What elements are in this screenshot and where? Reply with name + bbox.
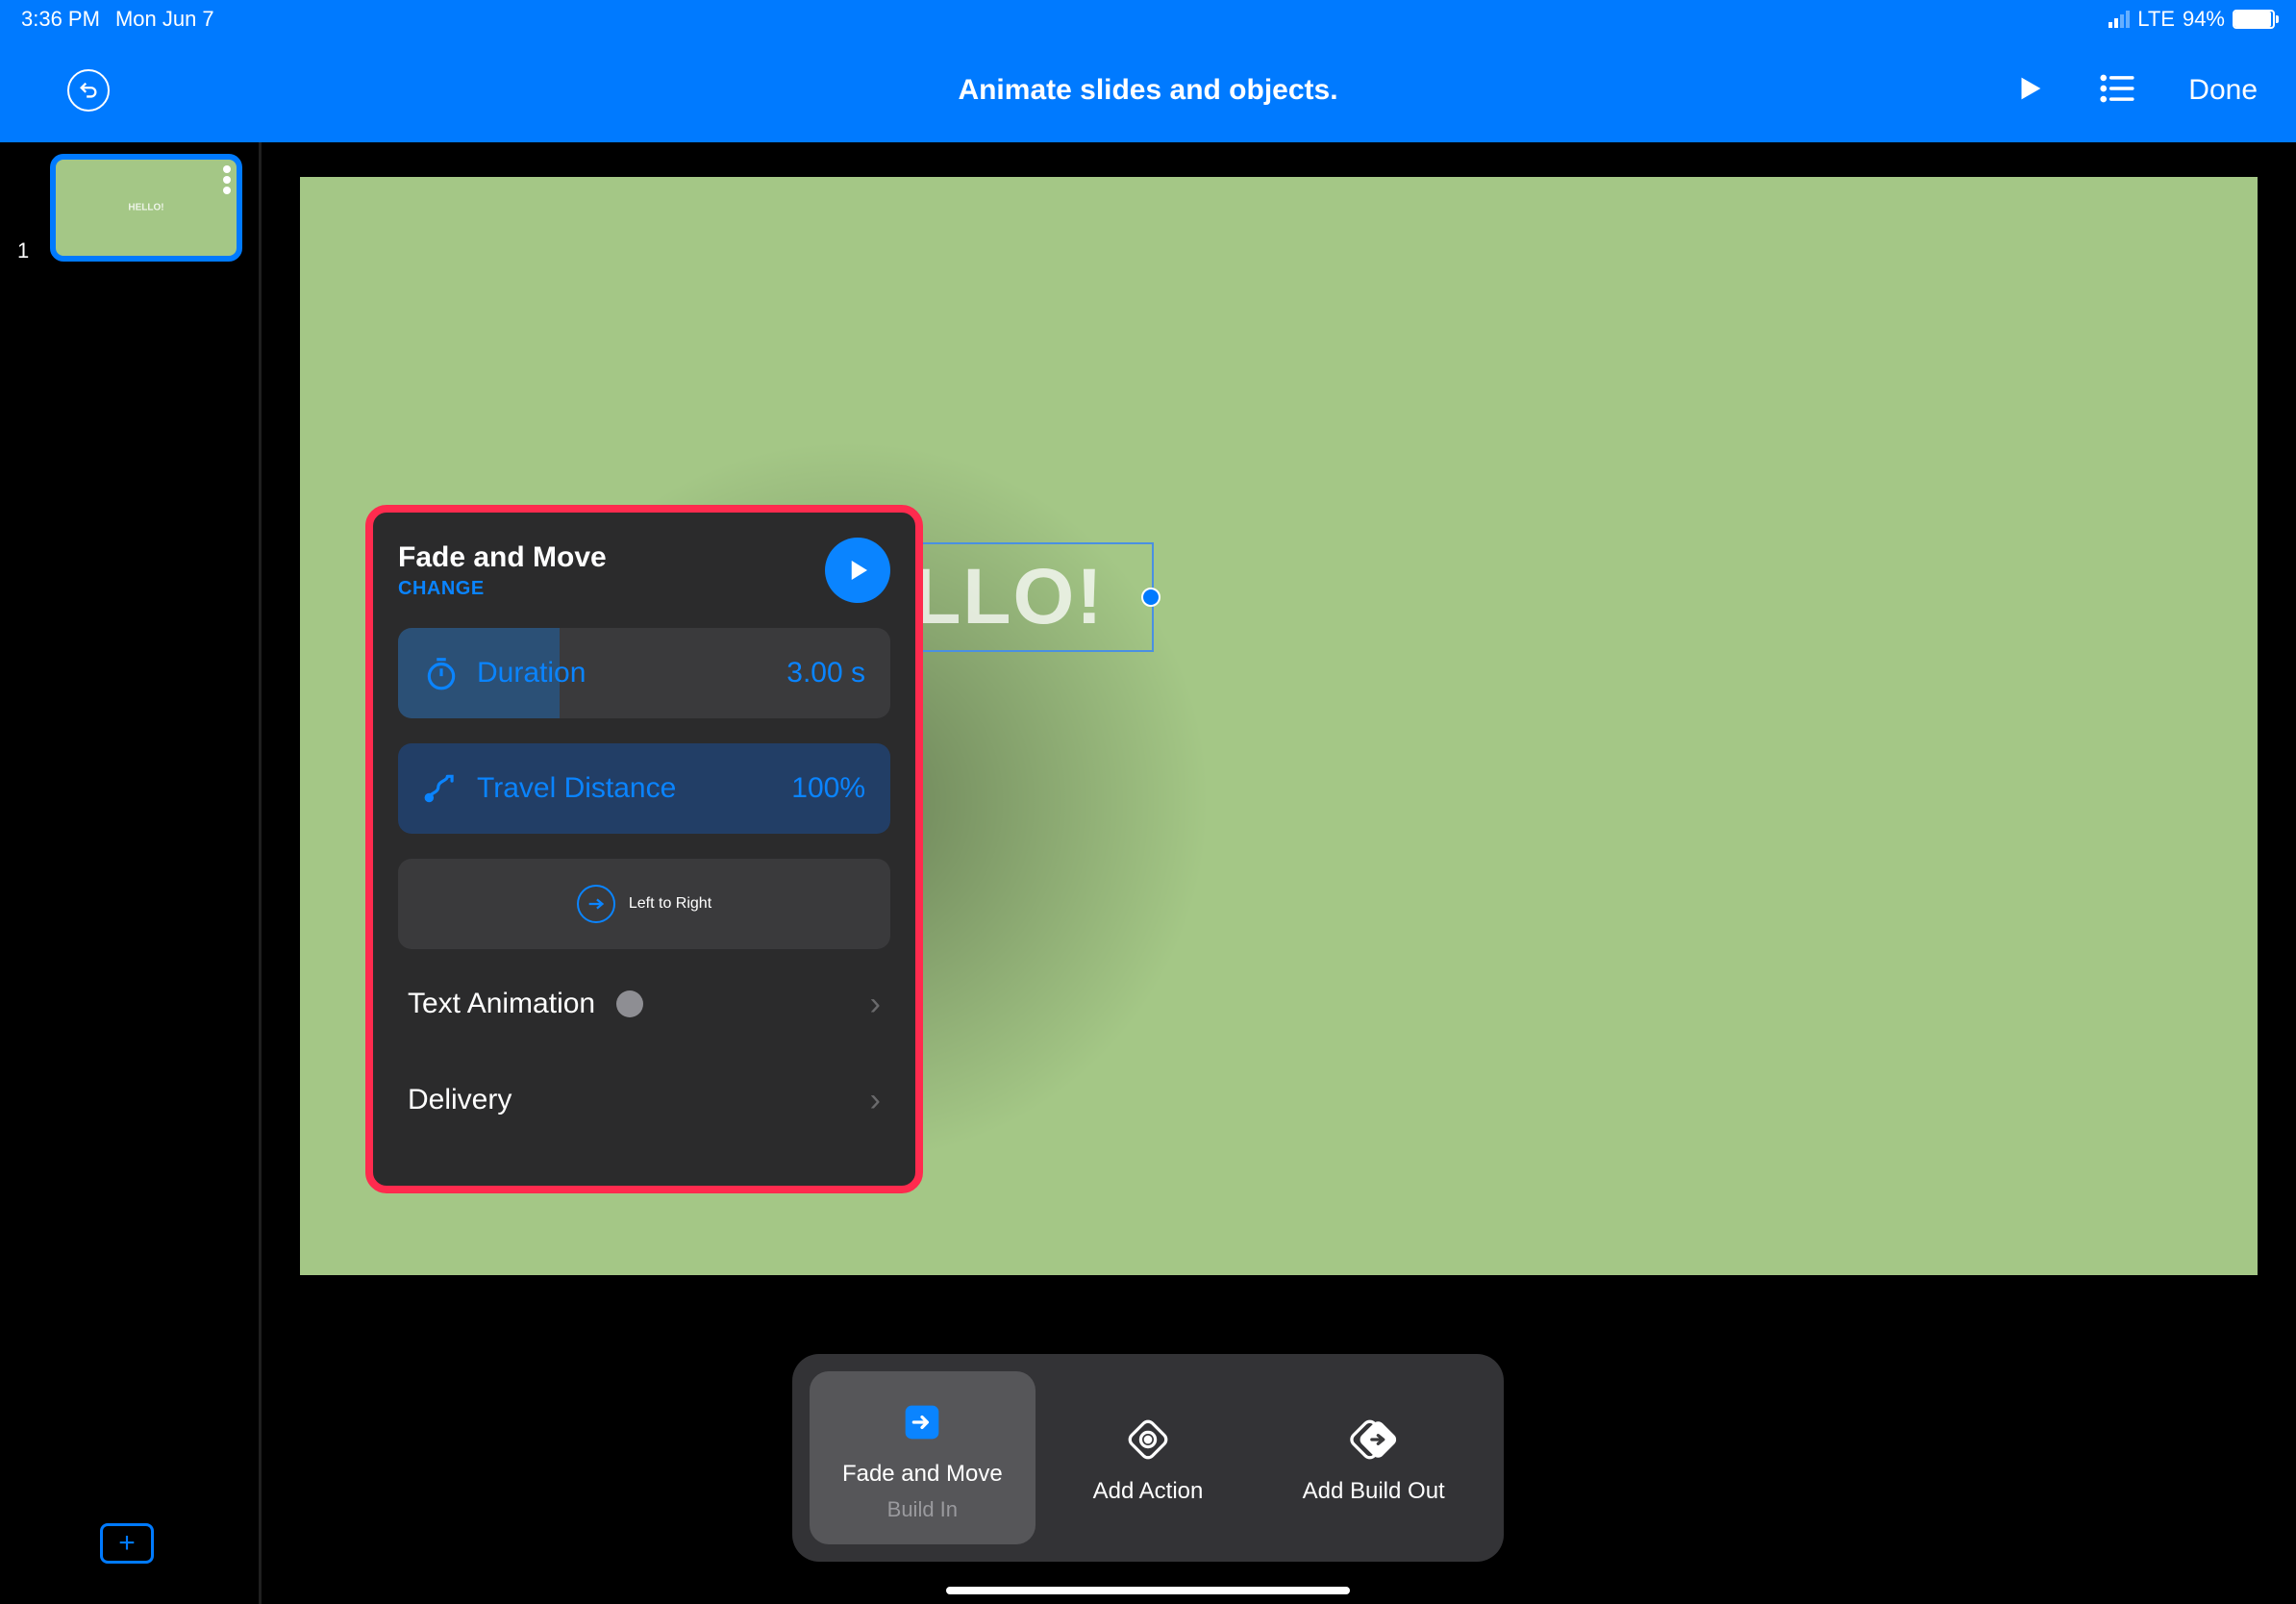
toolbar: Animate slides and objects. Done (0, 38, 2296, 142)
change-button[interactable]: CHANGE (398, 578, 607, 600)
duration-label: Duration (477, 657, 786, 689)
chevron-right-icon: › (870, 1082, 881, 1119)
slide-thumbnail[interactable]: HELLO! (50, 154, 242, 262)
add-build-out-label: Add Build Out (1303, 1478, 1445, 1505)
build-in-label: Fade and Move (842, 1461, 1003, 1488)
add-action-label: Add Action (1093, 1478, 1204, 1505)
build-in-icon (893, 1393, 951, 1451)
animation-title: Fade and Move (398, 541, 607, 574)
status-time: 3:36 PM (21, 7, 100, 32)
network-label: LTE (2137, 7, 2175, 32)
action-icon (1119, 1411, 1177, 1468)
text-animation-label: Text Animation (408, 988, 595, 1020)
status-bar: 3:36 PM Mon Jun 7 LTE 94% (0, 0, 2296, 38)
path-icon (423, 770, 460, 807)
arrow-right-icon (577, 885, 615, 923)
chevron-right-icon: › (870, 986, 881, 1023)
done-button[interactable]: Done (2188, 74, 2258, 107)
travel-value: 100% (791, 772, 865, 805)
duration-value: 3.00 s (786, 657, 865, 689)
build-in-button[interactable]: Fade and Move Build In (810, 1371, 1036, 1544)
add-action-button[interactable]: Add Action (1036, 1371, 1261, 1544)
text-animation-indicator (616, 990, 643, 1017)
build-out-icon (1345, 1411, 1403, 1468)
thumb-text: HELLO! (128, 203, 163, 213)
travel-distance-row[interactable]: Travel Distance 100% (398, 743, 890, 834)
slide-index: 1 (17, 238, 29, 263)
play-button[interactable] (2013, 72, 2046, 110)
travel-label: Travel Distance (477, 772, 791, 805)
bottom-toolbar: Fade and Move Build In Add Action Add Bu… (792, 1354, 1504, 1562)
animation-popover: Fade and Move CHANGE Duration 3.00 s Tra… (365, 505, 923, 1193)
direction-label: Left to Right (629, 895, 711, 913)
slide-navigator: 1 HELLO! + (0, 142, 262, 1604)
preview-play-button[interactable] (825, 538, 890, 603)
delivery-row[interactable]: Delivery › (398, 1059, 890, 1141)
battery-label: 94% (2183, 7, 2225, 32)
text-animation-row[interactable]: Text Animation › (398, 963, 890, 1045)
direction-row[interactable]: Left to Right (398, 859, 890, 949)
build-in-sub: Build In (887, 1497, 958, 1522)
duration-row[interactable]: Duration 3.00 s (398, 628, 890, 718)
delivery-label: Delivery (408, 1084, 512, 1116)
build-order-button[interactable] (2099, 72, 2135, 110)
toolbar-title: Animate slides and objects. (958, 74, 1337, 107)
stopwatch-icon (423, 655, 460, 691)
undo-button[interactable] (67, 69, 110, 112)
battery-icon (2233, 10, 2275, 29)
home-indicator[interactable] (946, 1587, 1350, 1594)
add-build-out-button[interactable]: Add Build Out (1260, 1371, 1486, 1544)
status-date: Mon Jun 7 (115, 7, 214, 32)
signal-icon (2109, 11, 2130, 28)
add-slide-button[interactable]: + (100, 1523, 154, 1564)
